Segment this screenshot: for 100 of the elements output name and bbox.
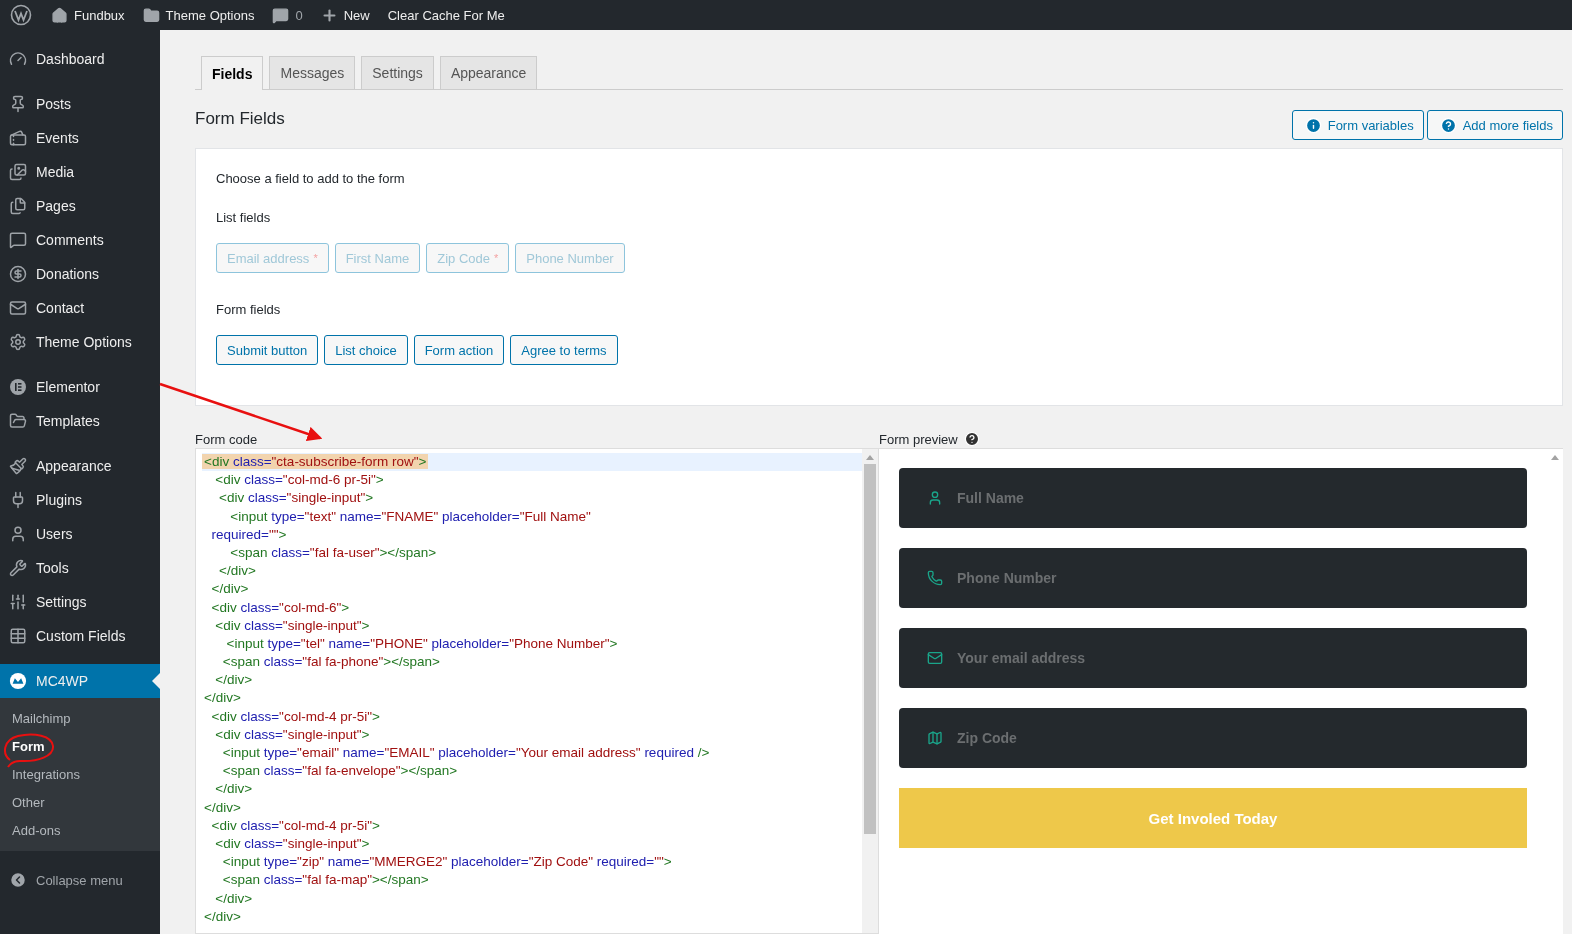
menu-icon bbox=[9, 412, 27, 430]
sidebar-item[interactable]: Custom Fields bbox=[0, 619, 160, 653]
sidebar-label[interactable]: Templates bbox=[36, 413, 100, 429]
sidebar-item[interactable]: Posts bbox=[0, 87, 160, 121]
sidebar-label[interactable]: Plugins bbox=[36, 492, 82, 508]
info-icon bbox=[1304, 116, 1322, 134]
sidebar-item[interactable]: Theme Options bbox=[0, 325, 160, 359]
sidebar-label[interactable]: Comments bbox=[36, 232, 104, 248]
sidebar-label[interactable]: Users bbox=[36, 526, 73, 542]
collapse-menu-button[interactable]: Collapse menu bbox=[0, 863, 160, 897]
section-title: Form fields bbox=[216, 302, 282, 317]
menu-icon bbox=[9, 231, 27, 249]
sidebar-label[interactable]: Tools bbox=[36, 560, 69, 576]
submenu-item[interactable]: Form bbox=[0, 732, 160, 760]
code-line: required=""> bbox=[210, 525, 288, 544]
sidebar-label[interactable]: Settings bbox=[36, 594, 87, 610]
clear-cache-link[interactable]: Clear Cache For Me bbox=[380, 7, 512, 23]
sidebar-item[interactable]: Users bbox=[0, 517, 160, 551]
sidebar-item[interactable]: Comments bbox=[0, 223, 160, 257]
sidebar-item[interactable]: Templates bbox=[0, 404, 160, 438]
home-icon bbox=[51, 6, 68, 24]
theme-options-label[interactable]: Theme Options bbox=[165, 7, 255, 23]
code-line: <div class="single-input"> bbox=[218, 489, 375, 508]
submenu-item[interactable]: Add-ons bbox=[0, 816, 160, 844]
intro-text: Choose a field to add to the form bbox=[216, 171, 406, 186]
menu-icon bbox=[9, 163, 27, 181]
folder-icon bbox=[142, 6, 160, 24]
site-link[interactable]: Fundbux bbox=[44, 6, 132, 24]
field-button[interactable]: Form action bbox=[413, 335, 505, 365]
code-line: <span class="fal fa-map"></span> bbox=[221, 871, 430, 890]
field-button[interactable]: Agree to terms bbox=[510, 335, 618, 365]
help-icon bbox=[1439, 116, 1457, 134]
section-title: List fields bbox=[216, 210, 272, 225]
code-label: Form code bbox=[195, 430, 259, 448]
code-line: <input type="text" name="FNAME" placeholder="Full Name" bbox=[229, 507, 592, 526]
submenu-item[interactable]: Mailchimp bbox=[0, 704, 160, 732]
sidebar-item[interactable]: Events bbox=[0, 121, 160, 155]
sidebar-item[interactable]: Dashboard bbox=[0, 42, 160, 76]
sidebar-label[interactable]: Elementor bbox=[36, 379, 100, 395]
sidebar-label[interactable]: Appearance bbox=[36, 458, 112, 474]
sidebar-label[interactable]: MC4WP bbox=[36, 673, 89, 689]
sidebar-label[interactable]: Media bbox=[36, 164, 75, 180]
submenu-item[interactable]: Integrations bbox=[0, 760, 160, 788]
action-button[interactable]: Add more fields bbox=[1426, 110, 1563, 140]
tab[interactable]: Appearance bbox=[439, 56, 538, 89]
sidebar-label[interactable]: Donations bbox=[36, 266, 100, 282]
code-line: <div class="col-md-6 pr-5i"> bbox=[214, 471, 385, 490]
sidebar-label[interactable]: Custom Fields bbox=[36, 628, 126, 644]
new-label[interactable]: New bbox=[343, 7, 370, 23]
map-icon bbox=[927, 730, 943, 746]
tab[interactable]: Messages bbox=[269, 56, 356, 89]
code-line: <span class="fal fa-phone"></span> bbox=[221, 653, 441, 672]
action-button[interactable]: Form variables bbox=[1291, 110, 1424, 140]
menu-icon bbox=[9, 50, 27, 68]
elementor-icon bbox=[9, 378, 27, 396]
comments-link[interactable]: 0 bbox=[265, 6, 310, 24]
code-editor[interactable] bbox=[195, 448, 879, 934]
code-line: </div> bbox=[218, 562, 257, 581]
submenu-item[interactable]: Other bbox=[0, 788, 160, 816]
sidebar-item[interactable]: Elementor bbox=[0, 370, 160, 404]
menu-icon bbox=[9, 457, 27, 475]
sidebar-item[interactable]: Tools bbox=[0, 551, 160, 585]
scrollbar[interactable] bbox=[862, 449, 878, 933]
field-button[interactable]: List choice bbox=[324, 335, 408, 365]
sidebar-item[interactable]: Contact bbox=[0, 291, 160, 325]
sidebar-label[interactable]: Dashboard bbox=[36, 51, 105, 67]
wordpress-logo-icon[interactable] bbox=[10, 4, 32, 26]
sidebar-item[interactable]: MC4WP bbox=[0, 664, 160, 698]
sidebar-item[interactable]: Settings bbox=[0, 585, 160, 619]
phone-icon bbox=[927, 570, 943, 586]
code-line: </div> bbox=[214, 671, 254, 690]
theme-options-link[interactable]: Theme Options bbox=[135, 6, 262, 24]
code-line: </div> bbox=[203, 689, 242, 708]
code-line: </div> bbox=[203, 907, 242, 926]
sidebar-item[interactable]: Media bbox=[0, 155, 160, 189]
preview-title: Form preview bbox=[879, 431, 958, 447]
code-line: <input type="tel" name="PHONE" placeholder="Phone Number"> bbox=[225, 634, 619, 653]
sidebar-item[interactable]: Donations bbox=[0, 257, 160, 291]
menu-icon bbox=[9, 197, 27, 215]
field-button[interactable]: Submit button bbox=[216, 335, 319, 365]
code-line: </div> bbox=[214, 889, 254, 908]
code-line: <input type="zip" name="MMERGE2" placeholder="Zip Code" required=""> bbox=[221, 853, 673, 872]
sidebar-item[interactable]: Appearance bbox=[0, 449, 160, 483]
tab[interactable]: Settings bbox=[361, 56, 434, 89]
help-icon[interactable] bbox=[963, 431, 980, 447]
plus-icon bbox=[320, 6, 338, 24]
sidebar-item[interactable]: Plugins bbox=[0, 483, 160, 517]
envelope-icon bbox=[927, 650, 943, 666]
new-link[interactable]: New bbox=[313, 6, 377, 24]
sidebar-label[interactable]: Events bbox=[36, 130, 79, 146]
menu-icon bbox=[9, 129, 27, 147]
sidebar-label[interactable]: Theme Options bbox=[36, 334, 132, 350]
tab[interactable]: Fields bbox=[201, 56, 264, 90]
sidebar-label[interactable]: Contact bbox=[36, 300, 85, 316]
sidebar-item[interactable]: Pages bbox=[0, 189, 160, 223]
site-name[interactable]: Fundbux bbox=[74, 7, 125, 23]
code-line: <input type="email" name="EMAIL" placeholder="Your email address" required /> bbox=[221, 744, 711, 762]
menu-icon bbox=[9, 627, 27, 645]
sidebar-label[interactable]: Pages bbox=[36, 198, 76, 214]
sidebar-label[interactable]: Posts bbox=[36, 96, 71, 112]
